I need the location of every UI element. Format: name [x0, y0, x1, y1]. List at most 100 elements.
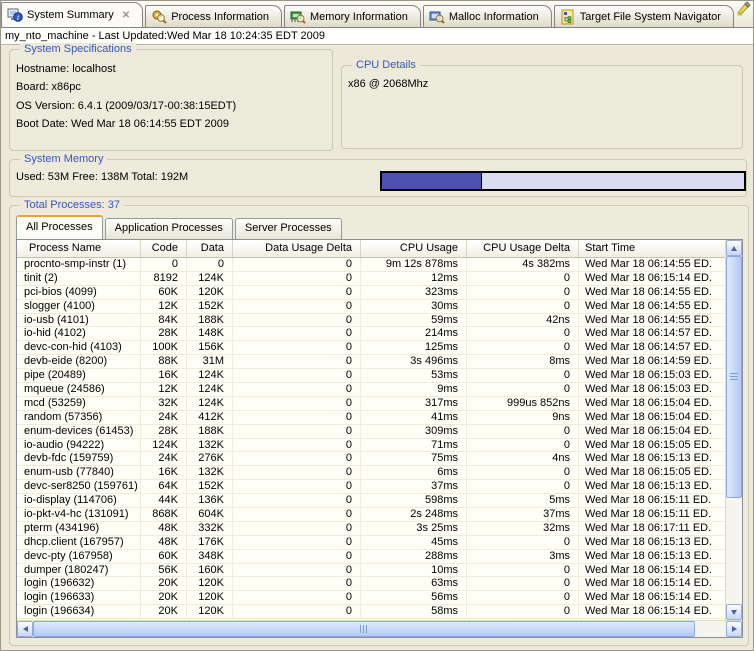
table-cell: 317ms — [361, 397, 467, 410]
table-row[interactable]: mqueue (24586)12K124K09ms0Wed Mar 18 06:… — [17, 383, 725, 397]
table-row[interactable]: devc-ser8250 (159761)64K152K037ms0Wed Ma… — [17, 480, 725, 494]
table-cell: 0 — [467, 591, 579, 604]
table-cell: 12K — [141, 383, 187, 396]
table-cell: 53ms — [361, 369, 467, 382]
table-row[interactable]: random (57356)24K412K041ms9nsWed Mar 18 … — [17, 411, 725, 425]
group-title: CPU Details — [352, 59, 420, 72]
table-cell: io-hid (4102) — [17, 327, 141, 340]
scroll-down-button[interactable] — [726, 604, 742, 620]
table-cell: procnto-smp-instr (1) — [17, 258, 141, 271]
tab-server-processes[interactable]: Server Processes — [235, 218, 342, 239]
highlighter-icon[interactable] — [736, 0, 752, 19]
table-cell: 0 — [467, 327, 579, 340]
table-cell: 0 — [233, 508, 361, 521]
table-row[interactable]: slogger (4100)12K152K030ms0Wed Mar 18 06… — [17, 300, 725, 314]
table-row[interactable]: mcd (53259)32K124K0317ms999us 852nsWed M… — [17, 397, 725, 411]
column-header-data-usage-delta[interactable]: Data Usage Delta — [233, 240, 361, 257]
table-cell: 120K — [187, 286, 233, 299]
table-row[interactable]: pterm (434196)48K332K03s 25ms32msWed Mar… — [17, 522, 725, 536]
table-cell: 2s 248ms — [361, 508, 467, 521]
column-header-cpu-usage[interactable]: CPU Usage — [361, 240, 467, 257]
scroll-right-button[interactable] — [726, 621, 742, 637]
table-cell: Wed Mar 18 06:15:11 ED. — [579, 508, 725, 521]
column-header-code[interactable]: Code — [141, 240, 187, 257]
table-row[interactable]: devc-pty (167958)60K348K0288ms3msWed Mar… — [17, 550, 725, 564]
table-cell: Wed Mar 18 06:15:04 ED. — [579, 425, 725, 438]
table-cell: Wed Mar 18 06:17:11 ED. — [579, 522, 725, 535]
tab-target-file-system-navigator[interactable]: Target File System Navigator — [554, 5, 734, 27]
tab-process-information[interactable]: Process Information — [145, 5, 282, 27]
table-row[interactable]: pci-bios (4099)60K120K0323ms0Wed Mar 18 … — [17, 286, 725, 300]
table-cell: 48K — [141, 522, 187, 535]
column-header-process-name[interactable]: Process Name — [17, 240, 141, 257]
scroll-up-button[interactable] — [726, 240, 742, 256]
table-cell: 348K — [187, 550, 233, 563]
tab-all-processes[interactable]: All Processes — [16, 215, 103, 239]
table-cell: 0 — [467, 564, 579, 577]
table-row[interactable]: enum-usb (77840)16K132K06ms0Wed Mar 18 0… — [17, 466, 725, 480]
horizontal-scroll-thumb[interactable] — [33, 621, 695, 637]
system-specifications-group: System Specifications Hostname: localhos… — [9, 49, 333, 151]
table-row[interactable]: devb-fdc (159759)24K276K075ms4nsWed Mar … — [17, 452, 725, 466]
table-row[interactable]: io-display (114706)44K136K0598ms5msWed M… — [17, 494, 725, 508]
table-cell: 0 — [467, 383, 579, 396]
table-cell: slogger (4100) — [17, 300, 141, 313]
table-cell: 42ns — [467, 314, 579, 327]
table-row[interactable]: pipe (20489)16K124K053ms0Wed Mar 18 06:1… — [17, 369, 725, 383]
tab-system-summary[interactable]: i System Summary ✕ — [1, 2, 143, 27]
table-row[interactable]: login (196634)20K120K058ms0Wed Mar 18 06… — [17, 605, 725, 619]
table-row[interactable]: login (196632)20K120K063ms0Wed Mar 18 06… — [17, 577, 725, 591]
table-row[interactable]: devc-con-hid (4103)100K156K0125ms0Wed Ma… — [17, 341, 725, 355]
scroll-left-button[interactable] — [17, 621, 33, 637]
vertical-scroll-thumb[interactable] — [726, 256, 742, 498]
table-row[interactable]: io-usb (4101)84K188K059ms42nsWed Mar 18 … — [17, 314, 725, 328]
board-value: Board: x86pc — [16, 81, 332, 99]
system-summary-icon: i — [7, 7, 23, 23]
vertical-scrollbar[interactable] — [725, 240, 742, 620]
table-cell: 45ms — [361, 536, 467, 549]
table-cell: io-pkt-v4-hc (131091) — [17, 508, 141, 521]
table-row[interactable]: procnto-smp-instr (1)0009m 12s 878ms4s 3… — [17, 258, 725, 272]
table-cell: 48K — [141, 536, 187, 549]
table-cell: 9m 12s 878ms — [361, 258, 467, 271]
table-cell: 124K — [141, 439, 187, 452]
close-icon[interactable]: ✕ — [122, 10, 130, 21]
table-cell: 28K — [141, 327, 187, 340]
table-cell: 60K — [141, 286, 187, 299]
tab-application-processes[interactable]: Application Processes — [105, 218, 233, 239]
table-cell: Wed Mar 18 06:14:55 ED. — [579, 286, 725, 299]
table-cell: 309ms — [361, 425, 467, 438]
column-header-data[interactable]: Data — [187, 240, 233, 257]
horizontal-scrollbar[interactable] — [17, 620, 742, 637]
table-cell: 0 — [467, 272, 579, 285]
table-cell: devb-eide (8200) — [17, 355, 141, 368]
table-row[interactable]: dumper (180247)56K160K010ms0Wed Mar 18 0… — [17, 564, 725, 578]
table-row[interactable]: io-hid (4102)28K148K0214ms0Wed Mar 18 06… — [17, 327, 725, 341]
table-row[interactable]: dhcp.client (167957)48K176K045ms0Wed Mar… — [17, 536, 725, 550]
table-row[interactable]: tinit (2)8192124K012ms0Wed Mar 18 06:15:… — [17, 272, 725, 286]
table-cell: Wed Mar 18 06:15:11 ED. — [579, 494, 725, 507]
table-cell: 412K — [187, 411, 233, 424]
table-cell: Wed Mar 18 06:15:05 ED. — [579, 439, 725, 452]
table-row[interactable]: io-pkt-v4-hc (131091)868K604K02s 248ms37… — [17, 508, 725, 522]
table-cell: 0 — [233, 522, 361, 535]
process-table-body: procnto-smp-instr (1)0009m 12s 878ms4s 3… — [17, 258, 725, 620]
table-row[interactable]: login (196633)20K120K056ms0Wed Mar 18 06… — [17, 591, 725, 605]
table-row[interactable]: io-audio (94222)124K132K071ms0Wed Mar 18… — [17, 439, 725, 453]
malloc-information-icon — [429, 9, 445, 25]
hostname-value: Hostname: localhost — [16, 63, 332, 81]
tab-memory-information[interactable]: Memory Information — [284, 5, 421, 27]
table-cell: 31M — [187, 355, 233, 368]
table-cell: 0 — [233, 536, 361, 549]
tab-malloc-information[interactable]: Malloc Information — [423, 5, 552, 27]
table-cell: 0 — [233, 591, 361, 604]
table-cell: pterm (434196) — [17, 522, 141, 535]
column-header-cpu-usage-delta[interactable]: CPU Usage Delta — [467, 240, 579, 257]
group-title: Total Processes: 37 — [20, 199, 124, 212]
table-cell: 56ms — [361, 591, 467, 604]
table-row[interactable]: devb-eide (8200)88K31M03s 496ms8msWed Ma… — [17, 355, 725, 369]
table-cell: 0 — [467, 577, 579, 590]
table-cell: 4ns — [467, 452, 579, 465]
column-header-start-time[interactable]: Start Time — [579, 240, 725, 257]
table-row[interactable]: enum-devices (61453)28K188K0309ms0Wed Ma… — [17, 425, 725, 439]
